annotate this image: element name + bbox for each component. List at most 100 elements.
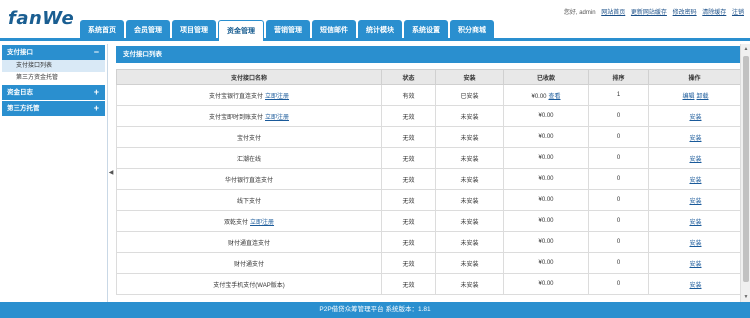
tab-funds-management[interactable]: 资金管理 (218, 20, 264, 41)
fanwe-logo[interactable]: fanWe (8, 8, 74, 29)
table-row: 宝付支付 无效 未安装 ¥0.00 0 安装 (116, 126, 741, 148)
link-clear-cache[interactable]: 清除缓存 (702, 10, 726, 16)
main-nav: 系统首页 会员管理 项目管理 资金管理 营销管理 短信邮件 统计模块 系统设置 … (80, 20, 496, 41)
tab-member-management[interactable]: 会员管理 (126, 20, 170, 41)
view-link[interactable]: 查看 (549, 94, 561, 100)
tab-system-settings[interactable]: 系统设置 (404, 20, 448, 41)
payment-name: 线下支付 (236, 198, 261, 205)
payment-name: 财付通直连支付 (227, 240, 270, 247)
cell-actions: 安装 (648, 168, 741, 190)
cell-sort: 0 (588, 189, 649, 211)
install-link[interactable]: 安装 (689, 157, 701, 163)
cell-received: ¥0.00 (503, 252, 589, 274)
received-amount: ¥0.00 (538, 239, 554, 245)
cell-status: 无效 (381, 273, 436, 295)
column-header: 状态 (381, 69, 436, 85)
install-link[interactable]: 安装 (689, 283, 701, 289)
tab-system-home[interactable]: 系统首页 (80, 20, 124, 41)
cell-status: 有效 (381, 84, 436, 106)
cell-install: 未安装 (435, 126, 504, 148)
cell-received: ¥0.00 (503, 168, 589, 190)
cell-actions: 安装 (648, 273, 741, 295)
payment-name: 汇潮在线 (236, 156, 261, 163)
payment-name: 华付银行直连支付 (224, 177, 273, 184)
status-text: 无效 (402, 114, 415, 121)
top-links: 您好, admin 网站首页 更新网站缓存 修改密码 清除缓存 注销 (564, 7, 744, 16)
received-amount: ¥0.00 (538, 260, 554, 266)
uninstall-link[interactable]: 卸载 (697, 94, 709, 100)
register-link[interactable]: 立即注册 (250, 220, 274, 226)
payment-name: 支付宝即时到账支付 (208, 114, 263, 121)
link-update-cache[interactable]: 更新网站缓存 (631, 10, 667, 16)
sidebar-group-label: 资金日志 (7, 89, 33, 96)
triangle-up-icon[interactable]: ▲ (741, 44, 750, 54)
tab-sms-email[interactable]: 短信邮件 (312, 20, 356, 41)
cell-name: 线下支付 (116, 189, 382, 211)
link-change-password[interactable]: 修改密码 (673, 10, 697, 16)
cell-sort: 0 (588, 147, 649, 169)
link-logout[interactable]: 注销 (732, 10, 744, 16)
cell-install: 未安装 (435, 231, 504, 253)
expand-icon[interactable]: + (94, 101, 99, 116)
sort-value: 0 (616, 197, 621, 203)
cell-status: 无效 (381, 210, 436, 232)
vertical-scrollbar[interactable]: ▲ ▼ (740, 44, 750, 302)
triangle-down-icon[interactable]: ▼ (741, 292, 750, 302)
link-site-home[interactable]: 网站首页 (601, 10, 625, 16)
sidebar-group-funds-log[interactable]: 资金日志 + (2, 85, 105, 100)
sidebar-item-third-party-custody[interactable]: 第三方资金托管 (2, 72, 105, 84)
tab-project-management[interactable]: 项目管理 (172, 20, 216, 41)
install-link[interactable]: 安装 (689, 262, 701, 268)
tab-points-mall[interactable]: 积分商城 (450, 20, 494, 41)
install-link[interactable]: 安装 (689, 241, 701, 247)
install-link[interactable]: 安装 (689, 199, 701, 205)
install-link[interactable]: 安装 (689, 115, 701, 121)
sidebar-item-payment-list[interactable]: 支付接口列表 (2, 60, 105, 72)
cell-name: 财付通直连支付 (116, 231, 382, 253)
sort-value: 0 (616, 218, 621, 224)
cell-sort: 0 (588, 273, 649, 295)
cell-actions: 编辑 卸载 (648, 84, 741, 106)
cell-sort: 1 (588, 84, 649, 106)
cell-actions: 安装 (648, 126, 741, 148)
column-header: 操作 (648, 69, 741, 85)
sort-value: 0 (616, 260, 621, 266)
triangle-left-icon[interactable]: ◀ (108, 162, 114, 182)
sort-value: 0 (616, 113, 621, 119)
payment-name: 支付宝手机支付(WAP版本) (213, 282, 285, 289)
tab-statistics[interactable]: 统计模块 (358, 20, 402, 41)
install-link[interactable]: 安装 (689, 136, 701, 142)
cell-install: 未安装 (435, 210, 504, 232)
cell-actions: 安装 (648, 252, 741, 274)
cell-actions: 安装 (648, 231, 741, 253)
sidebar-group-third-party[interactable]: 第三方托管 + (2, 101, 105, 116)
register-link[interactable]: 立即注册 (265, 115, 289, 121)
install-state: 未安装 (460, 282, 479, 289)
status-text: 无效 (402, 135, 415, 142)
cell-received: ¥0.00 (503, 189, 589, 211)
register-link[interactable]: 立即注册 (265, 94, 289, 100)
install-link[interactable]: 安装 (689, 178, 701, 184)
payment-interface-table: 支付接口名称 状态 安装 已收款 排序 操作 支付宝银行直连支付 立即注册 有效 已安… (116, 69, 741, 295)
status-text: 有效 (402, 93, 415, 100)
install-state: 已安装 (460, 93, 479, 100)
status-text: 无效 (402, 198, 415, 205)
table-row: 支付宝手机支付(WAP版本) 无效 未安装 ¥0.00 0 安装 (116, 273, 741, 295)
payment-name: 财付通支付 (233, 261, 264, 268)
edit-link[interactable]: 编辑 (682, 94, 694, 100)
payment-name: 宝付支付 (236, 135, 261, 142)
column-header: 支付接口名称 (116, 69, 382, 85)
cell-status: 无效 (381, 189, 436, 211)
sort-value: 0 (616, 239, 621, 245)
scrollbar-thumb[interactable] (743, 56, 749, 282)
cell-status: 无效 (381, 147, 436, 169)
sidebar-group-payment-interface[interactable]: 支付接口 − (2, 45, 105, 60)
cell-sort: 0 (588, 126, 649, 148)
tab-marketing-management[interactable]: 营销管理 (266, 20, 310, 41)
expand-icon[interactable]: + (94, 85, 99, 100)
install-link[interactable]: 安装 (689, 220, 701, 226)
install-state: 未安装 (460, 177, 479, 184)
status-text: 无效 (402, 240, 415, 247)
install-state: 未安装 (460, 114, 479, 121)
collapse-icon[interactable]: − (94, 45, 99, 60)
